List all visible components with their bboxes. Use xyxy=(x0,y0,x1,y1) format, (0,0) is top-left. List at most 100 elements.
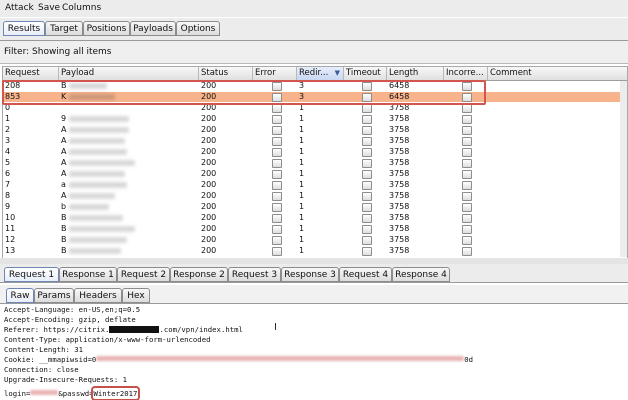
table-row[interactable]: 12 B 200 1 3758 xyxy=(3,235,627,245)
table-row[interactable]: 5 A 200 1 3758 xyxy=(3,158,627,168)
request-line-body: login= &passwd=Winter2017 xyxy=(4,386,141,400)
timeout-checkbox[interactable] xyxy=(362,93,372,102)
timeout-checkbox[interactable] xyxy=(362,82,372,91)
col-redirects[interactable]: Redir... ▼ xyxy=(297,67,344,80)
timeout-checkbox[interactable] xyxy=(362,236,372,245)
error-checkbox[interactable] xyxy=(272,82,282,91)
table-row[interactable]: 1 9 200 1 3758 xyxy=(3,114,627,124)
error-checkbox[interactable] xyxy=(272,148,282,157)
vertical-scrollbar[interactable] xyxy=(620,81,627,257)
error-checkbox[interactable] xyxy=(272,181,282,190)
col-request[interactable]: Request xyxy=(3,67,59,80)
table-row[interactable]: 853 K 200 3 6458 xyxy=(3,92,627,102)
timeout-checkbox[interactable] xyxy=(362,104,372,113)
timeout-checkbox[interactable] xyxy=(362,214,372,223)
timeout-checkbox[interactable] xyxy=(362,115,372,124)
tab-request-1[interactable]: Request 1 xyxy=(4,267,59,282)
table-row[interactable]: 0 200 1 3758 xyxy=(3,103,627,113)
table-row[interactable]: 10 B 200 1 3758 xyxy=(3,213,627,223)
raw-request-editor[interactable]: Accept-Language: en-US,en;q=0.5 Accept-E… xyxy=(0,304,628,400)
timeout-checkbox[interactable] xyxy=(362,137,372,146)
tab-request-2[interactable]: Request 2 xyxy=(117,267,170,282)
col-error[interactable]: Error xyxy=(253,67,297,80)
col-timeout[interactable]: Timeout xyxy=(344,67,387,80)
incorrect-checkbox[interactable] xyxy=(462,214,472,223)
table-row[interactable]: 7 a 200 1 3758 xyxy=(3,180,627,190)
error-checkbox[interactable] xyxy=(272,236,282,245)
incorrect-checkbox[interactable] xyxy=(462,148,472,157)
tab-response-3[interactable]: Response 3 xyxy=(281,267,339,282)
incorrect-checkbox[interactable] xyxy=(462,93,472,102)
tab-options[interactable]: Options xyxy=(176,21,220,36)
error-checkbox[interactable] xyxy=(272,214,282,223)
menu-save[interactable]: Save xyxy=(38,3,60,13)
table-row[interactable]: 8 A 200 1 3758 xyxy=(3,191,627,201)
menu-columns[interactable]: Columns xyxy=(62,3,101,13)
error-checkbox[interactable] xyxy=(272,159,282,168)
incorrect-checkbox[interactable] xyxy=(462,247,472,256)
tab-target[interactable]: Target xyxy=(45,21,83,36)
col-status[interactable]: Status xyxy=(199,67,253,80)
cell-status: 200 xyxy=(201,147,217,156)
table-row[interactable]: 13 B 200 1 3758 xyxy=(3,246,627,256)
table-row[interactable]: 3 A 200 1 3758 xyxy=(3,136,627,146)
table-row[interactable]: 11 B 200 1 3758 xyxy=(3,224,627,234)
table-row[interactable]: 9 b 200 1 3758 xyxy=(3,202,627,212)
error-checkbox[interactable] xyxy=(272,137,282,146)
error-checkbox[interactable] xyxy=(272,115,282,124)
incorrect-checkbox[interactable] xyxy=(462,104,472,113)
timeout-checkbox[interactable] xyxy=(362,225,372,234)
tab-response-4[interactable]: Response 4 xyxy=(392,267,450,282)
tab-headers[interactable]: Headers xyxy=(74,288,122,303)
timeout-checkbox[interactable] xyxy=(362,192,372,201)
menu-attack[interactable]: Attack xyxy=(5,3,34,13)
table-row[interactable]: 4 A 200 1 3758 xyxy=(3,147,627,157)
incorrect-checkbox[interactable] xyxy=(462,170,472,179)
error-checkbox[interactable] xyxy=(272,104,282,113)
error-checkbox[interactable] xyxy=(272,225,282,234)
tab-params[interactable]: Params xyxy=(34,288,74,303)
incorrect-checkbox[interactable] xyxy=(462,82,472,91)
col-comment[interactable]: Comment xyxy=(488,67,627,80)
timeout-checkbox[interactable] xyxy=(362,203,372,212)
incorrect-checkbox[interactable] xyxy=(462,181,472,190)
tab-payloads[interactable]: Payloads xyxy=(130,21,176,36)
timeout-checkbox[interactable] xyxy=(362,170,372,179)
col-incorrect[interactable]: Incorre... xyxy=(444,67,488,80)
incorrect-checkbox[interactable] xyxy=(462,225,472,234)
timeout-checkbox[interactable] xyxy=(362,247,372,256)
cell-length: 3758 xyxy=(389,114,410,123)
timeout-checkbox[interactable] xyxy=(362,148,372,157)
incorrect-checkbox[interactable] xyxy=(462,126,472,135)
incorrect-checkbox[interactable] xyxy=(462,203,472,212)
table-row[interactable]: 2 A 200 1 3758 xyxy=(3,125,627,135)
error-checkbox[interactable] xyxy=(272,126,282,135)
tab-hex[interactable]: Hex xyxy=(122,288,150,303)
error-checkbox[interactable] xyxy=(272,192,282,201)
tab-raw[interactable]: Raw xyxy=(6,288,34,303)
error-checkbox[interactable] xyxy=(272,203,282,212)
tab-response-1[interactable]: Response 1 xyxy=(59,267,117,282)
error-checkbox[interactable] xyxy=(272,247,282,256)
tab-results[interactable]: Results xyxy=(3,21,45,36)
timeout-checkbox[interactable] xyxy=(362,159,372,168)
error-checkbox[interactable] xyxy=(272,93,282,102)
col-length[interactable]: Length xyxy=(387,67,444,80)
incorrect-checkbox[interactable] xyxy=(462,159,472,168)
tab-request-3[interactable]: Request 3 xyxy=(228,267,281,282)
cell-length: 3758 xyxy=(389,158,410,167)
filter-bar[interactable]: Filter: Showing all items xyxy=(0,41,628,64)
col-payload[interactable]: Payload xyxy=(59,67,199,80)
timeout-checkbox[interactable] xyxy=(362,126,372,135)
tab-positions[interactable]: Positions xyxy=(83,21,130,36)
error-checkbox[interactable] xyxy=(272,170,282,179)
tab-response-2[interactable]: Response 2 xyxy=(170,267,228,282)
table-row[interactable]: 6 A 200 1 3758 xyxy=(3,169,627,179)
incorrect-checkbox[interactable] xyxy=(462,115,472,124)
incorrect-checkbox[interactable] xyxy=(462,236,472,245)
incorrect-checkbox[interactable] xyxy=(462,137,472,146)
timeout-checkbox[interactable] xyxy=(362,181,372,190)
table-row[interactable]: 208 B 200 3 6458 xyxy=(3,81,627,91)
tab-request-4[interactable]: Request 4 xyxy=(339,267,392,282)
incorrect-checkbox[interactable] xyxy=(462,192,472,201)
